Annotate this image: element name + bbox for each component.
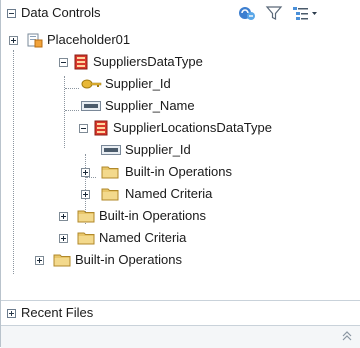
expand-toggle[interactable] — [81, 190, 90, 199]
expand-toggle[interactable] — [59, 234, 68, 243]
tree-item-label: Named Criteria — [125, 186, 213, 201]
collapse-toggle[interactable] — [79, 124, 88, 133]
tree-item-placeholder01[interactable]: Placeholder01 — [1, 30, 341, 50]
key-attribute-icon — [81, 76, 103, 92]
collection-icon — [73, 54, 89, 70]
tree-item-label: SupplierLocationsDataType — [113, 120, 272, 135]
data-controls-panel: Data Controls Placeholder01 SuppliersDat… — [0, 0, 360, 348]
tree-item-supplier-id-nested[interactable]: Supplier_Id — [1, 140, 341, 160]
folder-icon — [101, 164, 119, 180]
expand-toggle[interactable] — [35, 256, 44, 265]
tree-item-supplier-id[interactable]: Supplier_Id — [1, 74, 341, 94]
string-attribute-icon — [81, 99, 101, 115]
expand-section-toggle[interactable] — [7, 309, 16, 318]
tree-item-built-in-operations[interactable]: Built-in Operations — [1, 250, 341, 270]
collapse-panel-toggle[interactable] — [7, 9, 16, 18]
tree-item-built-in-operations[interactable]: Built-in Operations — [1, 162, 341, 182]
tree-item-label: SuppliersDataType — [93, 54, 203, 69]
tree-item-named-criteria[interactable]: Named Criteria — [1, 184, 341, 204]
expand-toggle[interactable] — [81, 168, 90, 177]
folder-icon — [77, 208, 95, 224]
tree-item-label: Built-in Operations — [75, 252, 182, 267]
tree-item-built-in-operations[interactable]: Built-in Operations — [1, 206, 341, 226]
tree-item-supplierlocationsdatatype[interactable]: SupplierLocationsDataType — [1, 118, 341, 138]
panel-header: Data Controls — [1, 0, 360, 26]
expand-toggle[interactable] — [59, 212, 68, 221]
folder-icon — [53, 252, 71, 268]
data-controls-tree: Placeholder01 SuppliersDataType Supplier… — [1, 26, 360, 284]
string-attribute-icon — [101, 143, 121, 159]
collection-icon — [93, 120, 109, 136]
tree-item-label: Supplier_Id — [125, 142, 191, 157]
tree-item-supplier-name[interactable]: Supplier_Name — [1, 96, 341, 116]
refresh-icon[interactable] — [237, 4, 257, 22]
scroll-arrow-icon[interactable] — [341, 329, 353, 343]
tree-item-label: Placeholder01 — [47, 32, 131, 47]
tree-item-label: Supplier_Name — [105, 98, 195, 113]
folder-icon — [101, 186, 119, 202]
data-control-icon — [27, 32, 43, 48]
tree-item-named-criteria[interactable]: Named Criteria — [1, 228, 341, 248]
view-menu-icon[interactable] — [291, 4, 319, 22]
tree-item-suppliersdatatype[interactable]: SuppliersDataType — [1, 52, 341, 72]
panel-title: Data Controls — [21, 5, 101, 20]
recent-files-section[interactable]: Recent Files — [1, 300, 360, 325]
filter-icon[interactable] — [265, 4, 283, 22]
expand-toggle[interactable] — [9, 36, 18, 45]
section-title: Recent Files — [21, 305, 94, 320]
tree-item-label: Named Criteria — [99, 230, 187, 245]
folder-icon — [77, 230, 95, 246]
tree-item-label: Built-in Operations — [99, 208, 206, 223]
tree-item-label: Built-in Operations — [125, 164, 232, 179]
tree-item-label: Supplier_Id — [105, 76, 171, 91]
collapse-toggle[interactable] — [59, 58, 68, 67]
panel-footer — [1, 325, 360, 348]
